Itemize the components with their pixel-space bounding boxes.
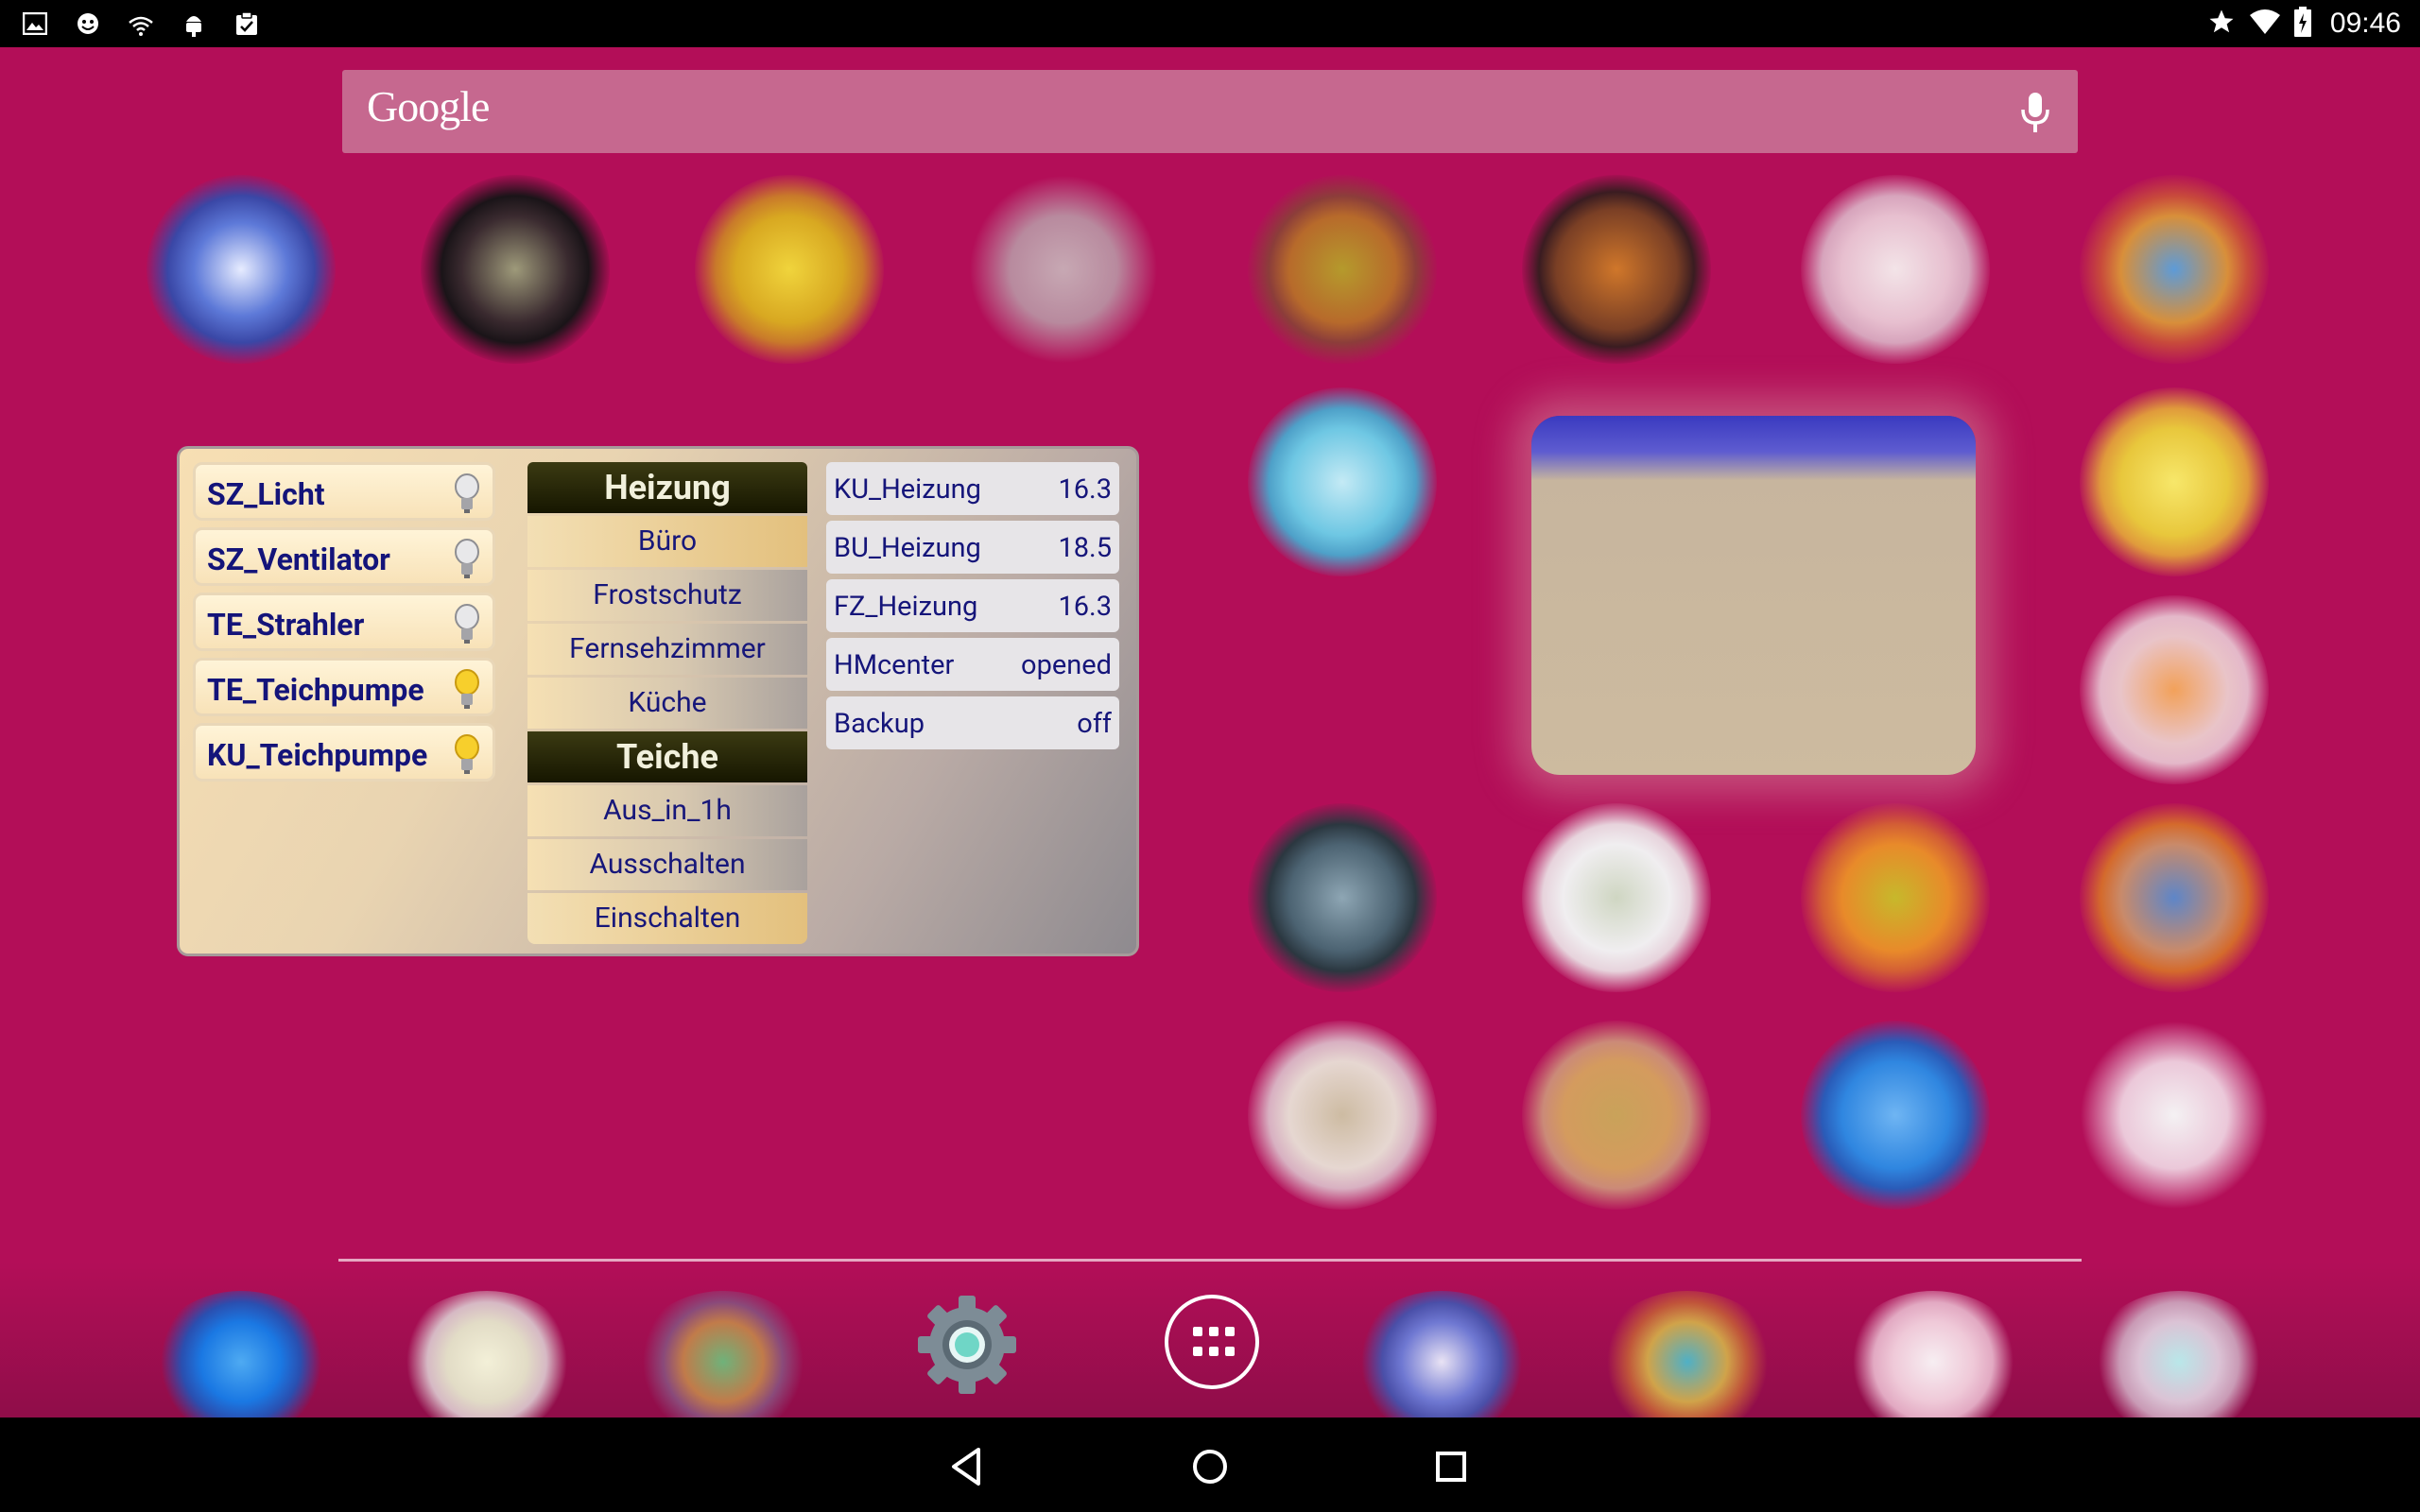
dock-app-icon[interactable] — [1843, 1291, 2023, 1433]
app-icon[interactable] — [1248, 387, 1437, 576]
teiche-aus-in-1h-button[interactable]: Aus_in_1h — [527, 785, 807, 836]
value-reading: 18.5 — [1058, 532, 1112, 564]
teiche-ausschalten-button[interactable]: Ausschalten — [527, 839, 807, 890]
switch-sz-ventilator[interactable]: SZ_Ventilator — [193, 527, 495, 586]
smiley-icon — [74, 9, 102, 38]
app-icon[interactable] — [1248, 175, 1437, 364]
switch-list: SZ_Licht SZ_Ventilator TE_Strahler TE_Te… — [193, 462, 495, 788]
value-name: FZ_Heizung — [834, 591, 978, 623]
home-automation-widget: SZ_Licht SZ_Ventilator TE_Strahler TE_Te… — [177, 446, 1139, 956]
scene-panel: Heizung Büro Frostschutz Fernsehzimmer K… — [527, 462, 807, 944]
value-name: Backup — [834, 708, 925, 740]
status-bar: 09:46 — [0, 0, 2420, 47]
google-logo: Google — [367, 82, 490, 130]
app-icon[interactable] — [2080, 387, 2269, 576]
bulb-off-icon — [455, 473, 479, 513]
value-reading: opened — [1021, 649, 1112, 681]
heizung-header: Heizung — [527, 462, 807, 513]
bulb-on-icon — [455, 734, 479, 774]
clock: 09:46 — [2329, 8, 2401, 39]
bulb-off-icon — [455, 539, 479, 578]
heizung-fernsehzimmer-button[interactable]: Fernsehzimmer — [527, 624, 807, 675]
dock-app-icon[interactable] — [633, 1291, 813, 1433]
switch-te-teichpumpe[interactable]: TE_Teichpumpe — [193, 658, 495, 716]
switch-sz-licht[interactable]: SZ_Licht — [193, 462, 495, 521]
app-icon[interactable] — [1801, 1021, 1990, 1210]
settings-gear-icon[interactable] — [915, 1293, 1019, 1397]
value-reading: off — [1077, 708, 1112, 740]
back-icon[interactable] — [941, 1438, 997, 1495]
bulb-on-icon — [455, 669, 479, 709]
app-icon[interactable] — [1801, 175, 1990, 364]
switch-ku-teichpumpe[interactable]: KU_Teichpumpe — [193, 723, 495, 782]
navigation-bar — [0, 1418, 2420, 1512]
app-icon[interactable] — [1248, 803, 1437, 992]
clipboard-icon — [233, 9, 261, 38]
app-icon[interactable] — [1522, 803, 1711, 992]
dock-app-icon[interactable] — [397, 1291, 577, 1433]
app-icon[interactable] — [147, 175, 336, 364]
value-name: KU_Heizung — [834, 473, 981, 506]
heizung-frostschutz-button[interactable]: Frostschutz — [527, 570, 807, 621]
app-icon[interactable] — [2080, 595, 2269, 784]
value-row: FZ_Heizung 16.3 — [826, 579, 1119, 632]
android-debug-icon — [180, 9, 208, 38]
dock-divider — [338, 1259, 2082, 1262]
value-reading: 16.3 — [1058, 591, 1112, 623]
switch-label: KU_Teichpumpe — [207, 737, 428, 773]
value-list: KU_Heizung 16.3 BU_Heizung 18.5 FZ_Heizu… — [826, 462, 1119, 755]
mic-icon[interactable] — [2019, 91, 2051, 134]
switch-label: SZ_Ventilator — [207, 541, 390, 577]
app-icon[interactable] — [1522, 1021, 1711, 1210]
dock-app-icon[interactable] — [1352, 1291, 1531, 1433]
value-row: BU_Heizung 18.5 — [826, 521, 1119, 574]
app-icon[interactable] — [1801, 803, 1990, 992]
app-drawer-button[interactable] — [1165, 1295, 1259, 1389]
heizung-kueche-button[interactable]: Küche — [527, 678, 807, 729]
teiche-header: Teiche — [527, 731, 807, 782]
star-icon — [2207, 8, 2236, 40]
battery-icon — [2293, 7, 2311, 41]
value-row: Backup off — [826, 696, 1119, 749]
wifi-icon — [2249, 8, 2281, 40]
switch-label: TE_Strahler — [207, 607, 365, 643]
app-icon[interactable] — [969, 175, 1158, 364]
home-icon[interactable] — [1182, 1438, 1238, 1495]
switch-label: TE_Teichpumpe — [207, 672, 424, 708]
value-name: BU_Heizung — [834, 532, 981, 564]
app-icon[interactable] — [695, 175, 884, 364]
app-icon[interactable] — [2080, 1021, 2269, 1210]
value-row: KU_Heizung 16.3 — [826, 462, 1119, 515]
value-reading: 16.3 — [1058, 473, 1112, 506]
dock-app-icon[interactable] — [2089, 1291, 2269, 1433]
bulb-off-icon — [455, 604, 479, 644]
switch-label: SZ_Licht — [207, 476, 325, 512]
google-search-bar[interactable]: Google — [342, 70, 2078, 153]
app-drawer-icon — [1193, 1327, 1235, 1361]
value-name: HMcenter — [834, 649, 955, 681]
value-row: HMcenter opened — [826, 638, 1119, 691]
recents-icon[interactable] — [1423, 1438, 1479, 1495]
app-icon[interactable] — [1522, 175, 1711, 364]
image-icon — [21, 9, 49, 38]
dock-app-icon[interactable] — [151, 1291, 331, 1433]
photo-widget[interactable] — [1531, 416, 1976, 775]
fritz-wifi-icon — [127, 9, 155, 38]
heizung-buero-button[interactable]: Büro — [527, 516, 807, 567]
teiche-einschalten-button[interactable]: Einschalten — [527, 893, 807, 944]
app-icon[interactable] — [2080, 803, 2269, 992]
switch-te-strahler[interactable]: TE_Strahler — [193, 593, 495, 651]
app-icon[interactable] — [421, 175, 610, 364]
dock-app-icon[interactable] — [1598, 1291, 1777, 1433]
app-icon[interactable] — [2080, 175, 2269, 364]
app-icon[interactable] — [1248, 1021, 1437, 1210]
